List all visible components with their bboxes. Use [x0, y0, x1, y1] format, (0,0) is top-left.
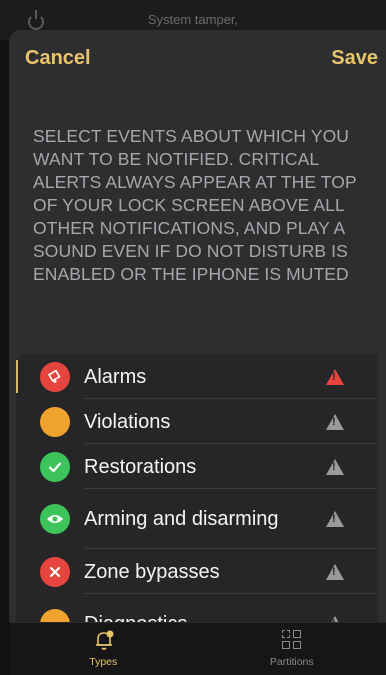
violation-dot-icon — [40, 406, 70, 437]
tab-bar: Types Partitions — [9, 622, 386, 675]
critical-alert-icon[interactable] — [326, 368, 344, 385]
notification-settings-sheet: Cancel Save SELECT EVENTS ABOUT WHICH YO… — [9, 30, 386, 675]
cross-icon — [40, 556, 70, 587]
tab-types[interactable]: Types — [9, 623, 198, 675]
alarm-bell-icon — [40, 361, 70, 392]
critical-alert-icon[interactable] — [326, 511, 344, 527]
grid-icon — [281, 629, 303, 651]
event-label: Violations — [84, 410, 171, 433]
event-row-alarms[interactable]: Alarms — [16, 354, 377, 399]
save-button[interactable]: Save — [331, 47, 378, 70]
event-label: Restorations — [84, 455, 197, 478]
critical-alert-icon[interactable] — [326, 458, 344, 475]
notification-description: SELECT EVENTS ABOUT WHICH YOU WANT TO BE… — [33, 126, 357, 284]
tab-label: Types — [89, 656, 118, 668]
event-label: Arming and disarming — [84, 508, 279, 530]
eye-icon — [40, 504, 70, 534]
event-row-zone-bypasses[interactable]: Zone bypasses — [16, 549, 377, 594]
tab-label: Partitions — [269, 656, 314, 668]
critical-alert-icon[interactable] — [326, 563, 344, 580]
event-row-arming-disarming[interactable]: Arming and disarming — [16, 489, 377, 549]
event-type-list: Alarms Violations Restorations Arming an… — [16, 354, 377, 654]
sheet-nav-bar: Cancel Save — [9, 30, 386, 88]
background-title: System tamper, — [147, 12, 239, 27]
event-row-violations[interactable]: Violations — [16, 399, 377, 444]
checkmark-icon — [40, 451, 70, 482]
tab-partitions[interactable]: Partitions — [198, 623, 386, 675]
event-label: Zone bypasses — [84, 560, 220, 583]
cancel-button[interactable]: Cancel — [25, 47, 91, 70]
event-label: Alarms — [84, 365, 147, 388]
bell-icon — [93, 629, 114, 651]
critical-alert-icon[interactable] — [326, 413, 344, 430]
event-row-restorations[interactable]: Restorations — [16, 444, 377, 489]
